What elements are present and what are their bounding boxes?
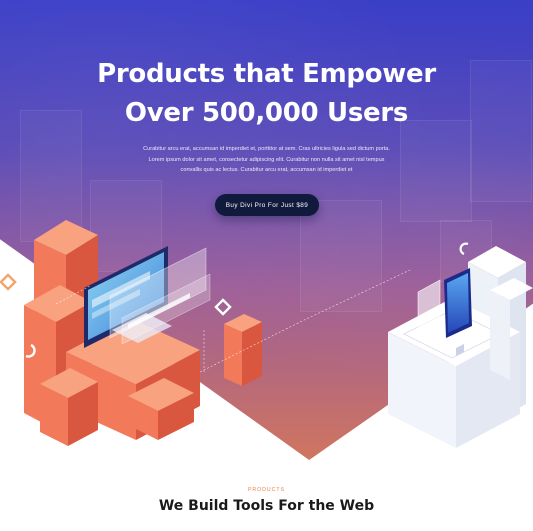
diamond-outline-icon [0,273,17,291]
isometric-illustration [0,220,533,448]
diamond-outline-icon [214,298,232,316]
orange-block-front-left [40,368,98,446]
ring-icon [459,242,469,256]
section-eyebrow: PRODUCTS [247,487,286,493]
orange-block-small [224,314,262,386]
section-title: We Build Tools For the Web [158,498,375,514]
